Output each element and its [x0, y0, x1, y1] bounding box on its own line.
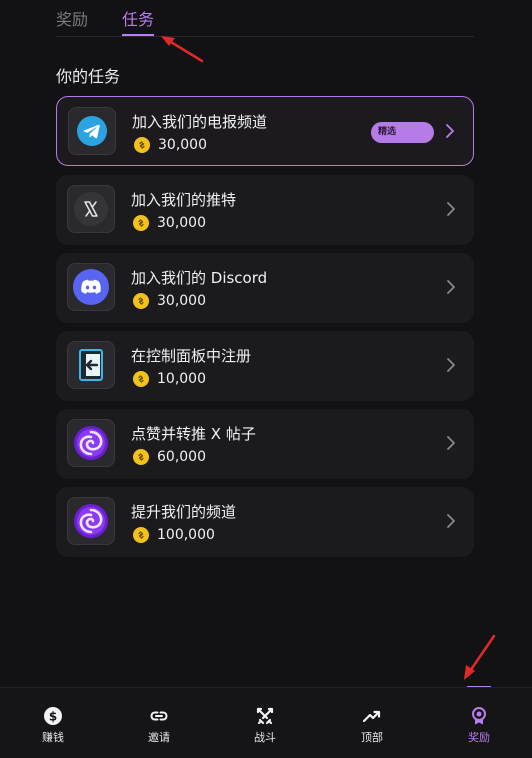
- coin-icon: [133, 371, 149, 387]
- coin-icon: [133, 293, 149, 309]
- task-card-discord[interactable]: 加入我们的 Discord 30,000: [56, 253, 474, 323]
- task-reward: 10,000: [133, 371, 206, 387]
- coin-icon: [133, 449, 149, 465]
- task-title: 加入我们的推特: [131, 191, 237, 209]
- chevron-right-icon: [446, 124, 454, 138]
- task-icon-box: [67, 497, 115, 545]
- swirl-icon: [74, 426, 108, 460]
- task-title: 在控制面板中注册: [131, 347, 252, 365]
- section-title: 你的任务: [56, 67, 121, 86]
- task-reward: 30,000: [133, 215, 206, 231]
- link-icon: [149, 706, 169, 726]
- chevron-right-icon: [447, 358, 455, 372]
- task-reward: 30,000: [134, 137, 207, 153]
- task-icon-box: [67, 419, 115, 467]
- nav-label: 邀请: [148, 731, 170, 744]
- x-icon: [74, 192, 108, 226]
- task-card-x[interactable]: 加入我们的推特 30,000: [56, 175, 474, 245]
- coin-icon: [133, 215, 149, 231]
- chevron-right-icon: [447, 514, 455, 528]
- annotation-arrow-icon: [464, 634, 496, 680]
- medal-icon: [469, 706, 489, 726]
- chevron-right-icon: [447, 280, 455, 294]
- nav-item-invite[interactable]: 邀请: [106, 688, 212, 758]
- swords-icon: [255, 706, 275, 726]
- reward-amount: 100,000: [157, 527, 215, 543]
- task-reward: 60,000: [133, 449, 206, 465]
- task-icon-box: [67, 263, 115, 311]
- tab-bar: 奖励 任务: [56, 0, 474, 37]
- nav-item-battle[interactable]: 战斗: [212, 688, 318, 758]
- nav-label: 战斗: [254, 731, 276, 744]
- task-reward: 30,000: [133, 293, 206, 309]
- task-card-boost-channel[interactable]: 提升我们的频道 100,000: [56, 487, 474, 557]
- task-card-like-retweet[interactable]: 点赞并转推 X 帖子 60,000: [56, 409, 474, 479]
- task-icon-box: [68, 107, 116, 155]
- task-title: 加入我们的电报频道: [132, 113, 268, 131]
- task-icon-box: [67, 341, 115, 389]
- svg-text:$: $: [49, 710, 57, 724]
- chevron-right-icon: [447, 436, 455, 450]
- nav-item-rewards[interactable]: 奖励: [426, 688, 532, 758]
- reward-amount: 60,000: [157, 449, 206, 465]
- task-title: 提升我们的频道: [131, 503, 237, 521]
- reward-amount: 30,000: [157, 215, 206, 231]
- task-card-register[interactable]: 在控制面板中注册 10,000: [56, 331, 474, 401]
- reward-amount: 30,000: [157, 293, 206, 309]
- reward-amount: 10,000: [157, 371, 206, 387]
- reward-amount: 30,000: [158, 137, 207, 153]
- chevron-right-icon: [447, 202, 455, 216]
- trending-up-icon: [362, 706, 382, 726]
- discord-icon: [73, 269, 109, 305]
- annotation-arrow-icon: [161, 36, 204, 63]
- tab-tasks[interactable]: 任务: [122, 6, 154, 30]
- swirl-icon: [74, 504, 108, 538]
- task-reward: 100,000: [133, 527, 215, 543]
- bottom-nav: $ 赚钱 邀请 战斗 顶部 奖励: [0, 687, 532, 758]
- coin-icon: [134, 137, 150, 153]
- nav-item-top[interactable]: 顶部: [319, 688, 425, 758]
- nav-item-earn[interactable]: $ 赚钱: [0, 688, 106, 758]
- tab-rewards[interactable]: 奖励: [56, 6, 88, 30]
- task-card-telegram[interactable]: 加入我们的电报频道 30,000 精选: [56, 96, 474, 166]
- nav-label: 奖励: [468, 731, 490, 744]
- telegram-icon: [77, 116, 107, 146]
- task-icon-box: [67, 185, 115, 233]
- featured-badge: 精选: [371, 122, 434, 143]
- nav-label: 赚钱: [42, 731, 64, 744]
- nav-label: 顶部: [361, 731, 383, 744]
- task-title: 加入我们的 Discord: [131, 269, 268, 287]
- coin-icon: [133, 527, 149, 543]
- login-icon: [79, 349, 103, 381]
- task-title: 点赞并转推 X 帖子: [131, 425, 256, 443]
- active-tab-indicator: [122, 34, 154, 36]
- dollar-icon: $: [43, 706, 63, 726]
